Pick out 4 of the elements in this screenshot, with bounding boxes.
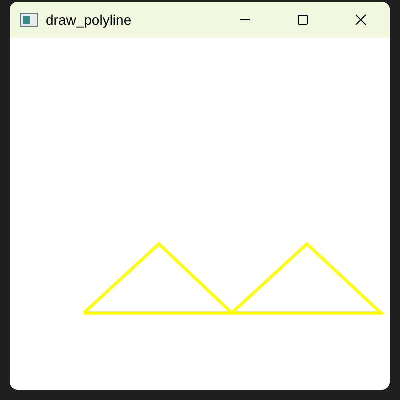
close-icon [355,14,367,26]
maximize-icon [297,14,309,26]
app-icon [20,13,38,27]
window-title: draw_polyline [46,12,133,28]
